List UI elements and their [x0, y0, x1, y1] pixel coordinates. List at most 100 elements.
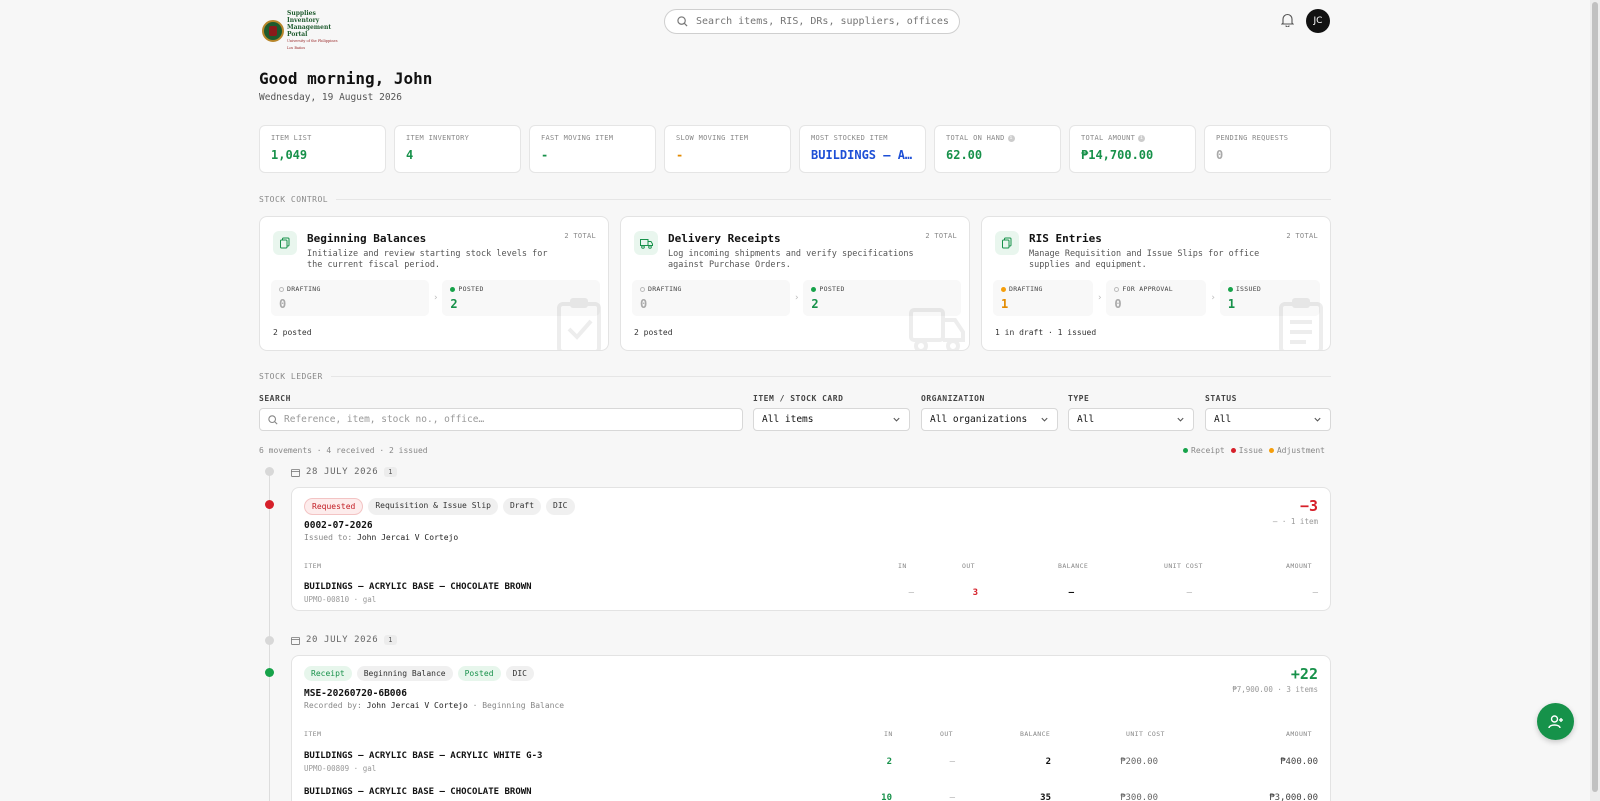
doc-type-badge: Requisition & Issue Slip	[368, 498, 498, 515]
stat-cards: ITEM LIST 1,049 ITEM INVENTORY 4 FAST MOVI…	[259, 125, 1331, 173]
portal-logo[interactable]: Supplies Inventory Management Portal Uni…	[262, 10, 343, 52]
greeting: Good morning, John	[259, 69, 433, 88]
divider	[330, 376, 1331, 377]
column-header-out: OUT	[962, 562, 975, 570]
date-group-header: 28 JULY 2026 1	[291, 467, 398, 477]
movement-chips: Requested Requisition & Issue Slip Draft…	[304, 498, 575, 515]
select-value: All organizations	[930, 414, 1028, 425]
group-date: 20 JULY 2026	[306, 635, 379, 645]
chevron-right-icon: ›	[1097, 293, 1103, 303]
chevron-right-icon: ›	[433, 293, 439, 303]
cell-balance: 2	[1045, 757, 1051, 767]
stage-label: FOR APPROVAL	[1122, 285, 1173, 293]
bell-icon[interactable]	[1281, 13, 1294, 27]
stat-card-total-on-hand[interactable]: TOTAL ON HAND i 62.00	[934, 125, 1061, 173]
stat-label: ITEM INVENTORY	[406, 134, 470, 142]
cell-in: —	[908, 588, 914, 598]
state-badge: Posted	[457, 666, 501, 681]
movement-party: Recorded by: John Jercai V Cortejo · Beg…	[304, 701, 565, 710]
filter-label-item: ITEM / STOCK CARD	[753, 394, 844, 403]
column-header-unit-cost: UNIT COST	[1126, 730, 1165, 738]
movement-reference[interactable]: MSE-20260720-6B006	[304, 688, 407, 699]
group-date: 28 JULY 2026	[306, 467, 379, 477]
card-footer: 2 posted	[273, 328, 312, 337]
filter-type-select[interactable]: All	[1068, 408, 1194, 431]
select-value: All items	[762, 414, 814, 425]
cell-amount: ₱400.00	[1280, 757, 1318, 767]
stat-value: 1,049	[271, 148, 308, 162]
cell-in: 10	[881, 793, 892, 801]
stage-value: 0	[1114, 297, 1122, 311]
timeline-issue-dot	[265, 500, 274, 509]
global-search-input[interactable]	[696, 16, 948, 27]
scrollbar-thumb[interactable]	[1592, 2, 1598, 792]
date-group-header: 20 JULY 2026 1	[291, 635, 398, 645]
stage-drafting[interactable]: DRAFTING 0	[632, 280, 790, 316]
select-value: All	[1214, 414, 1232, 425]
stage-pipeline: DRAFTING 1 › FOR APPROVAL 0 › ISSUED 1	[993, 280, 1320, 316]
stat-card-slow-moving[interactable]: SLOW MOVING ITEM -	[664, 125, 791, 173]
stat-label: SLOW MOVING ITEM	[676, 134, 749, 142]
page-scrollbar[interactable]	[1590, 0, 1600, 801]
ledger-search-field[interactable]: Reference, item, stock no., office…	[259, 408, 743, 431]
ledger-summary: 6 movements · 4 received · 2 issued	[259, 446, 428, 455]
card-ris-entries[interactable]: RIS Entries 2 TOTAL Manage Requisition a…	[981, 216, 1331, 351]
movement-party: Issued to: John Jercai V Cortejo	[304, 533, 459, 542]
filter-organization-select[interactable]: All organizations	[921, 408, 1058, 431]
stat-card-most-stocked[interactable]: MOST STOCKED ITEM BUILDINGS — ACRYLIC BAS…	[799, 125, 926, 173]
movement-card[interactable]: Requested Requisition & Issue Slip Draft…	[291, 487, 1331, 611]
filter-label-organization: ORGANIZATION	[921, 394, 985, 403]
table-row-item-name[interactable]: BUILDINGS — ACRYLIC BASE — CHOCOLATE BRO…	[304, 582, 532, 592]
stat-card-pending-requests[interactable]: PENDING REQUESTS 0	[1204, 125, 1331, 173]
section-stock-control: STOCK CONTROL	[259, 195, 1331, 204]
movement-quantity: +22	[1290, 665, 1318, 683]
status-badge: Requested	[304, 498, 364, 515]
table-row-item-name[interactable]: BUILDINGS — ACRYLIC BASE — ACRYLIC WHITE…	[304, 751, 542, 761]
ledger-legend: Receipt Issue Adjustment	[1183, 446, 1325, 455]
stat-value: -	[541, 148, 549, 162]
card-total: 2 TOTAL	[564, 232, 596, 240]
section-title: STOCK LEDGER	[259, 372, 323, 381]
chevron-down-icon	[1177, 417, 1184, 422]
card-description: Manage Requisition and Issue Slips for o…	[1029, 249, 1260, 270]
movement-reference[interactable]: 0002-07-2026	[304, 520, 373, 531]
stat-value: ₱14,700.00	[1081, 148, 1154, 162]
card-description: Initialize and review starting stock lev…	[307, 249, 548, 270]
add-user-fab-button[interactable]	[1537, 703, 1574, 740]
movement-chips: Receipt Beginning Balance Posted DIC	[304, 666, 534, 681]
column-header-item: ITEM	[304, 562, 322, 570]
clipboard-check-icon	[557, 298, 601, 350]
card-delivery-receipts[interactable]: Delivery Receipts 2 TOTAL Log incoming s…	[620, 216, 970, 351]
column-header-in: IN	[884, 730, 893, 738]
logo-title: Supplies Inventory Management Portal	[287, 10, 332, 38]
column-header-out: OUT	[940, 730, 953, 738]
stat-card-item-inventory[interactable]: ITEM INVENTORY 4	[394, 125, 521, 173]
stat-value: BUILDINGS — ACRYLIC BASE — CHOCOLATE BRO…	[811, 148, 914, 162]
ledger-search-placeholder: Reference, item, stock no., office…	[284, 414, 485, 425]
filter-status-select[interactable]: All	[1205, 408, 1331, 431]
stage-drafting[interactable]: DRAFTING 1	[993, 280, 1093, 316]
search-icon	[268, 414, 278, 425]
table-row-item-stock-no: UPMO-00810 · gal	[304, 595, 377, 604]
user-avatar[interactable]: JC	[1306, 9, 1330, 33]
filter-item-select[interactable]: All items	[753, 408, 910, 431]
info-icon[interactable]: i	[1007, 134, 1015, 142]
stat-card-item-list[interactable]: ITEM LIST 1,049	[259, 125, 386, 173]
stat-label: ITEM LIST	[271, 134, 312, 142]
stat-card-fast-moving[interactable]: FAST MOVING ITEM -	[529, 125, 656, 173]
status-dot	[450, 286, 456, 292]
stage-for-approval[interactable]: FOR APPROVAL 0	[1106, 280, 1207, 316]
card-beginning-balances[interactable]: Beginning Balances 2 TOTAL Initialize an…	[259, 216, 609, 351]
table-row-item-name[interactable]: BUILDINGS — ACRYLIC BASE — CHOCOLATE BRO…	[304, 787, 532, 797]
stat-card-total-amount[interactable]: TOTAL AMOUNT i ₱14,700.00	[1069, 125, 1196, 173]
info-icon[interactable]: i	[1138, 134, 1146, 142]
stage-drafting[interactable]: DRAFTING 0	[271, 280, 429, 316]
movement-card[interactable]: Receipt Beginning Balance Posted DIC MSE…	[291, 655, 1331, 801]
movement-quantity: −3	[1299, 497, 1318, 515]
doc-type-badge: Beginning Balance	[356, 666, 453, 681]
cell-unit-cost: ₱300.00	[1120, 793, 1158, 801]
stat-value: 62.00	[946, 148, 983, 162]
stage-label: DRAFTING	[287, 285, 321, 293]
chevron-down-icon	[1314, 417, 1321, 422]
global-search[interactable]	[664, 9, 960, 34]
